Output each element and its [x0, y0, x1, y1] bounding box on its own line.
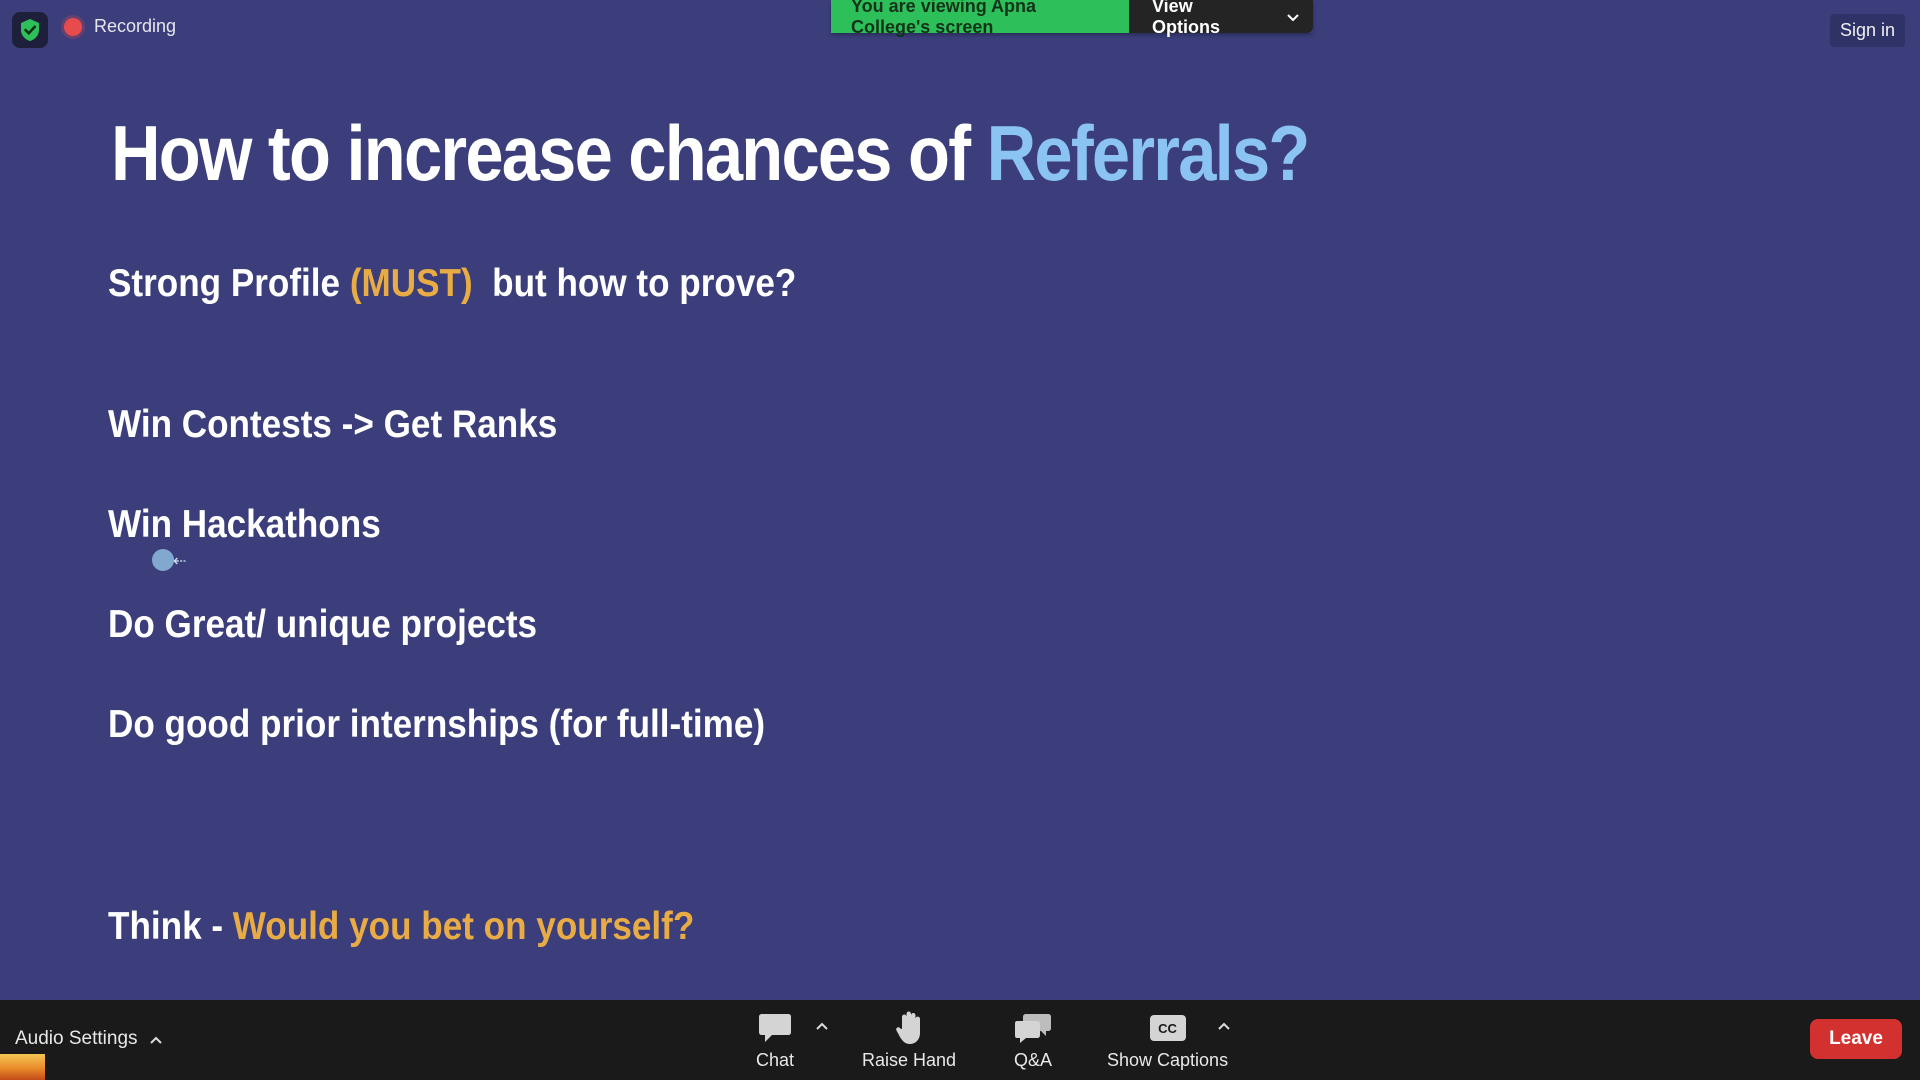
leave-button[interactable]: Leave — [1810, 1019, 1902, 1059]
recording-indicator[interactable]: Recording — [64, 16, 176, 37]
laser-pointer-icon — [152, 549, 174, 571]
line-text: Think - — [108, 905, 233, 948]
security-shield-icon[interactable] — [12, 12, 48, 48]
slide-line-projects: Do Great/ unique projects — [108, 603, 538, 646]
slide-line-contests: Win Contests -> Get Ranks — [108, 403, 558, 446]
cursor-arrow-icon: ⇠ — [173, 553, 187, 570]
slide-title: How to increase chances of Referrals? — [111, 108, 1311, 199]
view-options-label: View Options — [1152, 0, 1220, 37]
slide-line-strong-profile: Strong Profile (MUST) but how to prove? — [108, 262, 796, 306]
qa-label: Q&A — [1014, 1050, 1053, 1070]
meeting-toolbar: Audio Settings Chat Raise Hand Q&A CC Sh… — [0, 1000, 1920, 1080]
chevron-down-icon — [1287, 6, 1299, 27]
audio-settings-button[interactable]: Audio Settings — [15, 1028, 162, 1050]
chat-button[interactable]: Chat — [756, 1010, 794, 1071]
captions-icon-wrapper: CC — [1149, 1010, 1186, 1046]
slide-line-internships: Do good prior internships (for full-time… — [108, 703, 766, 746]
slide-line-think: Think - Would you bet on yourself? — [108, 905, 694, 949]
recording-dot-icon — [64, 17, 82, 36]
chat-bubble-icon — [758, 1010, 792, 1046]
chat-options-chevron-icon[interactable] — [816, 1014, 828, 1035]
closed-captions-icon: CC — [1149, 1015, 1186, 1041]
recording-label: Recording — [94, 16, 177, 36]
bet-highlight: Would you bet on yourself? — [232, 905, 695, 948]
sign-in-button[interactable]: Sign in — [1829, 14, 1905, 47]
audio-settings-label: Audio Settings — [15, 1028, 138, 1049]
show-captions-label: Show Captions — [1107, 1050, 1229, 1070]
line-text: but how to prove? — [472, 262, 797, 305]
raise-hand-button[interactable]: Raise Hand — [862, 1010, 956, 1071]
captions-options-chevron-icon[interactable] — [1218, 1014, 1230, 1035]
show-captions-button[interactable]: CC Show Captions — [1107, 1010, 1228, 1071]
qa-bubbles-icon — [1014, 1010, 1052, 1046]
hand-icon — [894, 1010, 924, 1046]
viewing-screen-label: You are viewing Apna College's screen — [831, 0, 1129, 37]
must-highlight: (MUST) — [349, 262, 473, 305]
qa-button[interactable]: Q&A — [1014, 1010, 1052, 1071]
title-highlight: Referrals? — [986, 109, 1311, 197]
chat-label: Chat — [756, 1050, 795, 1070]
raise-hand-label: Raise Hand — [862, 1050, 957, 1070]
view-options-button[interactable]: View Options — [1129, 0, 1313, 37]
screen-share-banner: You are viewing Apna College's screen Vi… — [831, 0, 1313, 37]
chevron-up-icon — [149, 1028, 162, 1050]
slide-line-hackathons: Win Hackathons — [108, 503, 381, 546]
self-video-thumbnail[interactable] — [0, 1054, 45, 1080]
title-text: How to increase chances of — [111, 109, 987, 197]
line-text: Strong Profile — [108, 262, 350, 305]
